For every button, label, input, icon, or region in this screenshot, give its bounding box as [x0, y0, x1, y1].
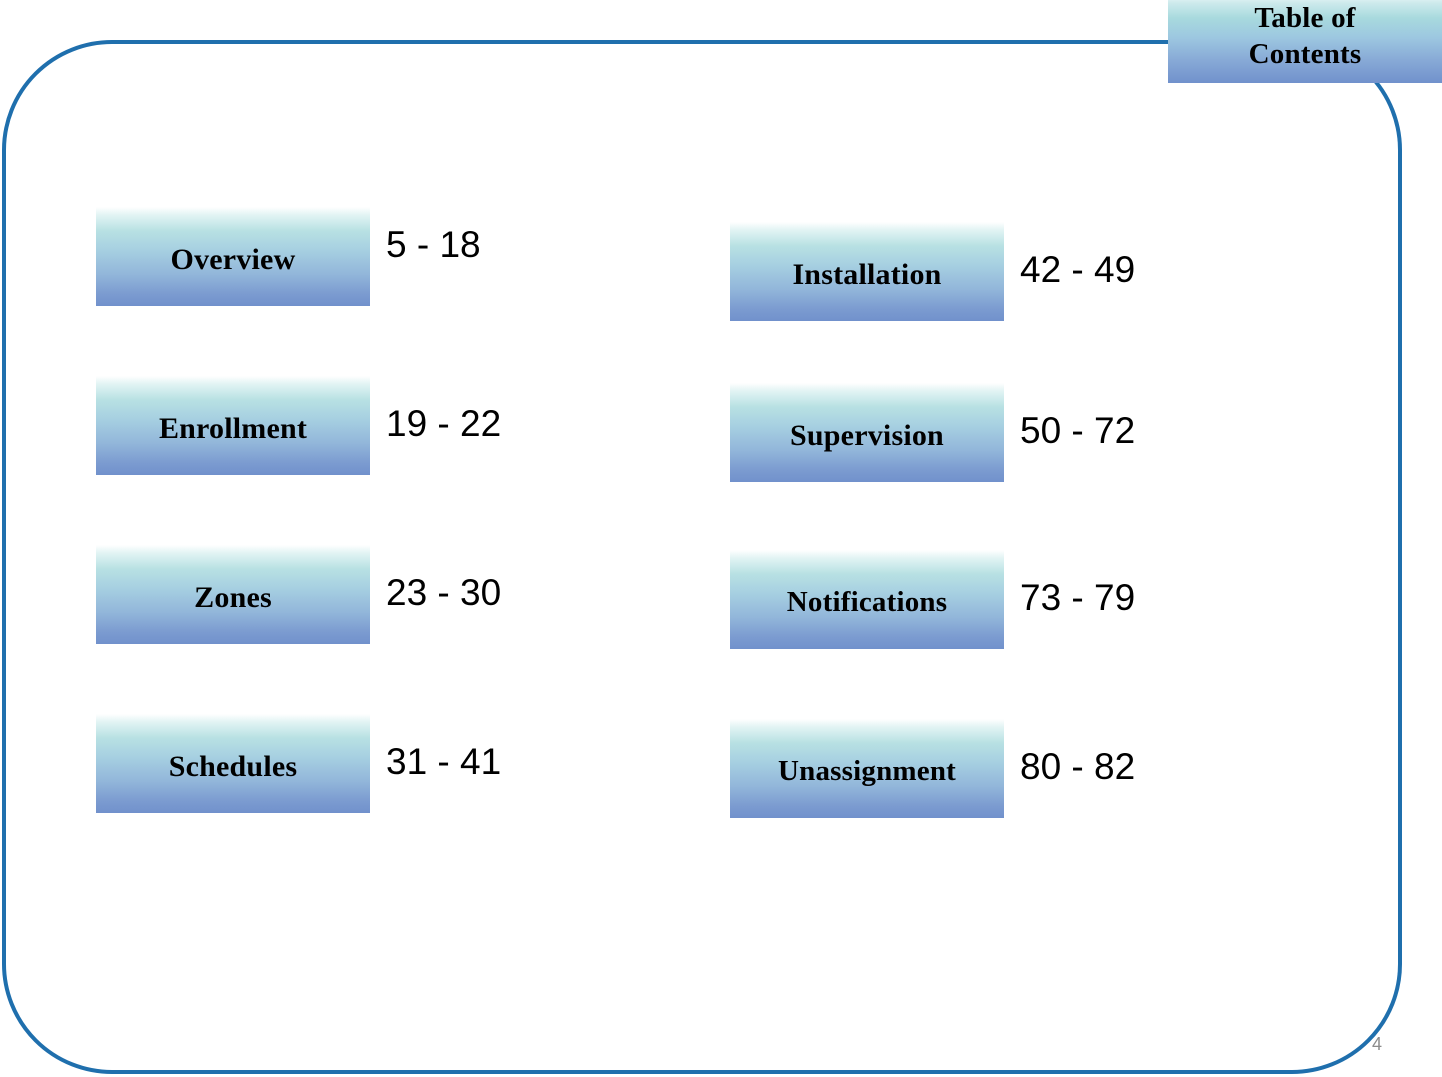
toc-chip-unassignment[interactable]: Unassignment	[730, 719, 1004, 818]
toc-label: Enrollment	[158, 411, 308, 445]
toc-chip-schedules[interactable]: Schedules	[96, 714, 370, 813]
toc-chip-supervision[interactable]: Supervision	[730, 383, 1004, 482]
page-number: 4	[1372, 1034, 1383, 1054]
toc-label: Unassignment	[777, 755, 957, 787]
toc-entry-notifications[interactable]: Notifications 73 - 79	[730, 550, 1135, 649]
toc-page-range: 23 - 30	[386, 572, 502, 613]
toc-page-range: 50 - 72	[1020, 410, 1136, 451]
toc-chip-overview[interactable]: Overview	[96, 207, 370, 306]
toc-page-range: 19 - 22	[386, 403, 502, 444]
toc-entry-supervision[interactable]: Supervision 50 - 72	[730, 383, 1135, 482]
toc-label: Installation	[792, 257, 942, 291]
toc-entry-installation[interactable]: Installation 42 - 49	[730, 222, 1135, 321]
toc-label: Supervision	[790, 418, 944, 452]
toc-entry-schedules[interactable]: Schedules 31 - 41	[96, 714, 501, 813]
toc-entry-overview[interactable]: Overview 5 - 18	[96, 207, 481, 306]
toc-label: Notifications	[786, 586, 948, 618]
toc-page-range: 42 - 49	[1020, 249, 1136, 290]
toc-chip-enrollment[interactable]: Enrollment	[96, 376, 370, 475]
toc-chip-zones[interactable]: Zones	[96, 545, 370, 644]
toc-page-range: 80 - 82	[1020, 746, 1136, 787]
toc-page-range: 5 - 18	[386, 224, 481, 265]
toc-entry-unassignment[interactable]: Unassignment 80 - 82	[730, 719, 1135, 818]
toc-entry-zones[interactable]: Zones 23 - 30	[96, 545, 501, 644]
toc-page-range: 73 - 79	[1020, 577, 1136, 618]
toc-label: Schedules	[168, 749, 298, 783]
table-of-contents: Overview 5 - 18 Enrollment 19 - 22 Zones…	[0, 0, 1442, 1077]
toc-page-range: 31 - 41	[386, 741, 502, 782]
toc-chip-notifications[interactable]: Notifications	[730, 550, 1004, 649]
toc-label: Zones	[194, 580, 272, 614]
toc-label: Overview	[170, 242, 296, 276]
toc-chip-installation[interactable]: Installation	[730, 222, 1004, 321]
toc-entry-enrollment[interactable]: Enrollment 19 - 22	[96, 376, 501, 475]
